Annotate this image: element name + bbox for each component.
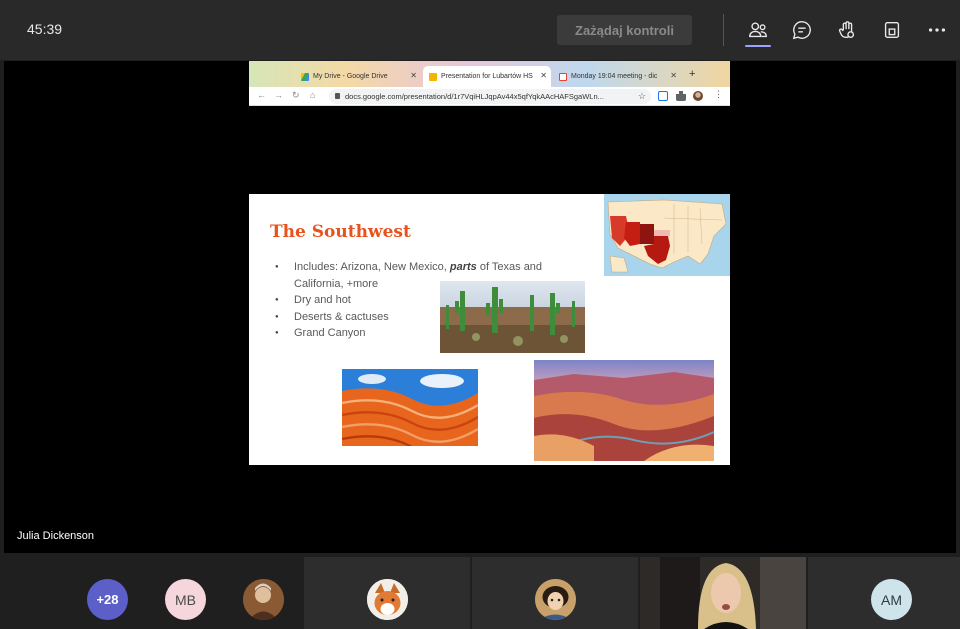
grand-canyon-image bbox=[534, 360, 714, 461]
close-icon[interactable]: ✕ bbox=[410, 71, 417, 80]
participant-photo-avatar[interactable] bbox=[243, 579, 284, 620]
forward-icon[interactable]: → bbox=[274, 90, 283, 100]
url-field[interactable]: docs.google.com/presentation/d/1r7VqiHLJ… bbox=[329, 89, 651, 104]
bullet-text: Grand Canyon bbox=[294, 327, 366, 339]
people-icon[interactable] bbox=[746, 18, 770, 42]
browser-tab-label: Presentation for Lubartów HS bbox=[441, 73, 533, 80]
presentation-slide: The Southwest Includes: Arizona, New Mex… bbox=[249, 194, 730, 465]
bookmark-star-icon[interactable]: ☆ bbox=[638, 89, 646, 104]
browser-address-bar: ← → ↻ ⌂ docs.google.com/presentation/d/1… bbox=[249, 87, 730, 106]
lock-icon bbox=[335, 93, 340, 99]
browser-menu-icon[interactable]: ⋮ bbox=[714, 89, 723, 100]
raise-hand-icon[interactable] bbox=[835, 18, 859, 42]
participant-tile[interactable]: AM bbox=[808, 557, 960, 629]
new-tab-icon[interactable]: + bbox=[689, 68, 695, 80]
participant-video-feed bbox=[640, 557, 806, 629]
sandstone-wave-image bbox=[342, 369, 478, 446]
participant-tile[interactable] bbox=[304, 557, 470, 629]
request-control-button[interactable]: Zażądaj kontroli bbox=[557, 15, 692, 45]
participant-video-tile[interactable] bbox=[640, 557, 806, 629]
google-drive-icon bbox=[301, 72, 309, 81]
shared-screen: My Drive - Google Drive ✕ Presentation f… bbox=[249, 61, 730, 553]
participant-tile[interactable] bbox=[472, 557, 638, 629]
reload-icon[interactable]: ↻ bbox=[292, 90, 300, 101]
active-speaker-name: Julia Dickenson bbox=[17, 530, 95, 542]
cactus-desert-image bbox=[440, 281, 585, 353]
close-icon[interactable]: ✕ bbox=[670, 71, 677, 80]
back-icon[interactable]: ← bbox=[257, 90, 266, 100]
participant-avatar[interactable]: MB bbox=[165, 579, 206, 620]
people-active-indicator bbox=[745, 45, 771, 47]
participant-photo-avatar bbox=[535, 579, 576, 620]
browser-tab-strip: My Drive - Google Drive ✕ Presentation f… bbox=[249, 61, 730, 87]
home-icon[interactable]: ⌂ bbox=[310, 90, 315, 100]
toolbar-divider bbox=[723, 14, 724, 46]
chat-icon[interactable] bbox=[790, 18, 814, 42]
slide-title: The Southwest bbox=[270, 222, 411, 242]
browser-tab-slides[interactable]: Presentation for Lubartów HS ✕ bbox=[423, 66, 551, 87]
participant-avatar: AM bbox=[871, 579, 912, 620]
gmail-icon bbox=[559, 72, 567, 81]
share-tray-icon[interactable] bbox=[880, 18, 904, 42]
meeting-topbar: 45:39 Zażądaj kontroli bbox=[0, 0, 960, 60]
browser-tab-drive[interactable]: My Drive - Google Drive ✕ bbox=[295, 66, 421, 87]
bullet-text: Dry and hot bbox=[294, 294, 351, 306]
bullet-text: Deserts & cactuses bbox=[294, 310, 389, 323]
browser-tab-label: My Drive - Google Drive bbox=[313, 73, 388, 80]
us-map-image bbox=[604, 194, 730, 276]
extensions-puzzle-icon[interactable] bbox=[676, 91, 686, 101]
profile-avatar-icon[interactable] bbox=[693, 91, 703, 101]
more-participants-button[interactable]: +28 bbox=[87, 579, 128, 620]
extension-icon[interactable] bbox=[658, 91, 668, 101]
more-icon[interactable] bbox=[925, 18, 949, 42]
participant-gallery: +28 MB AM bbox=[0, 555, 960, 629]
close-icon[interactable]: ✕ bbox=[538, 71, 547, 80]
participant-photo-avatar bbox=[367, 579, 408, 620]
bullet-emphasis: parts bbox=[449, 261, 477, 273]
browser-tab-label: Monday 19:04 meeting - dic bbox=[571, 73, 658, 80]
url-text: docs.google.com/presentation/d/1r7VqiHLJ… bbox=[345, 92, 604, 101]
meeting-timer: 45:39 bbox=[27, 21, 63, 37]
browser-tab-gmail[interactable]: Monday 19:04 meeting - dic ✕ bbox=[553, 66, 681, 87]
google-slides-icon bbox=[429, 72, 437, 81]
bullet-text: Includes: Arizona, New Mexico, bbox=[294, 261, 450, 273]
